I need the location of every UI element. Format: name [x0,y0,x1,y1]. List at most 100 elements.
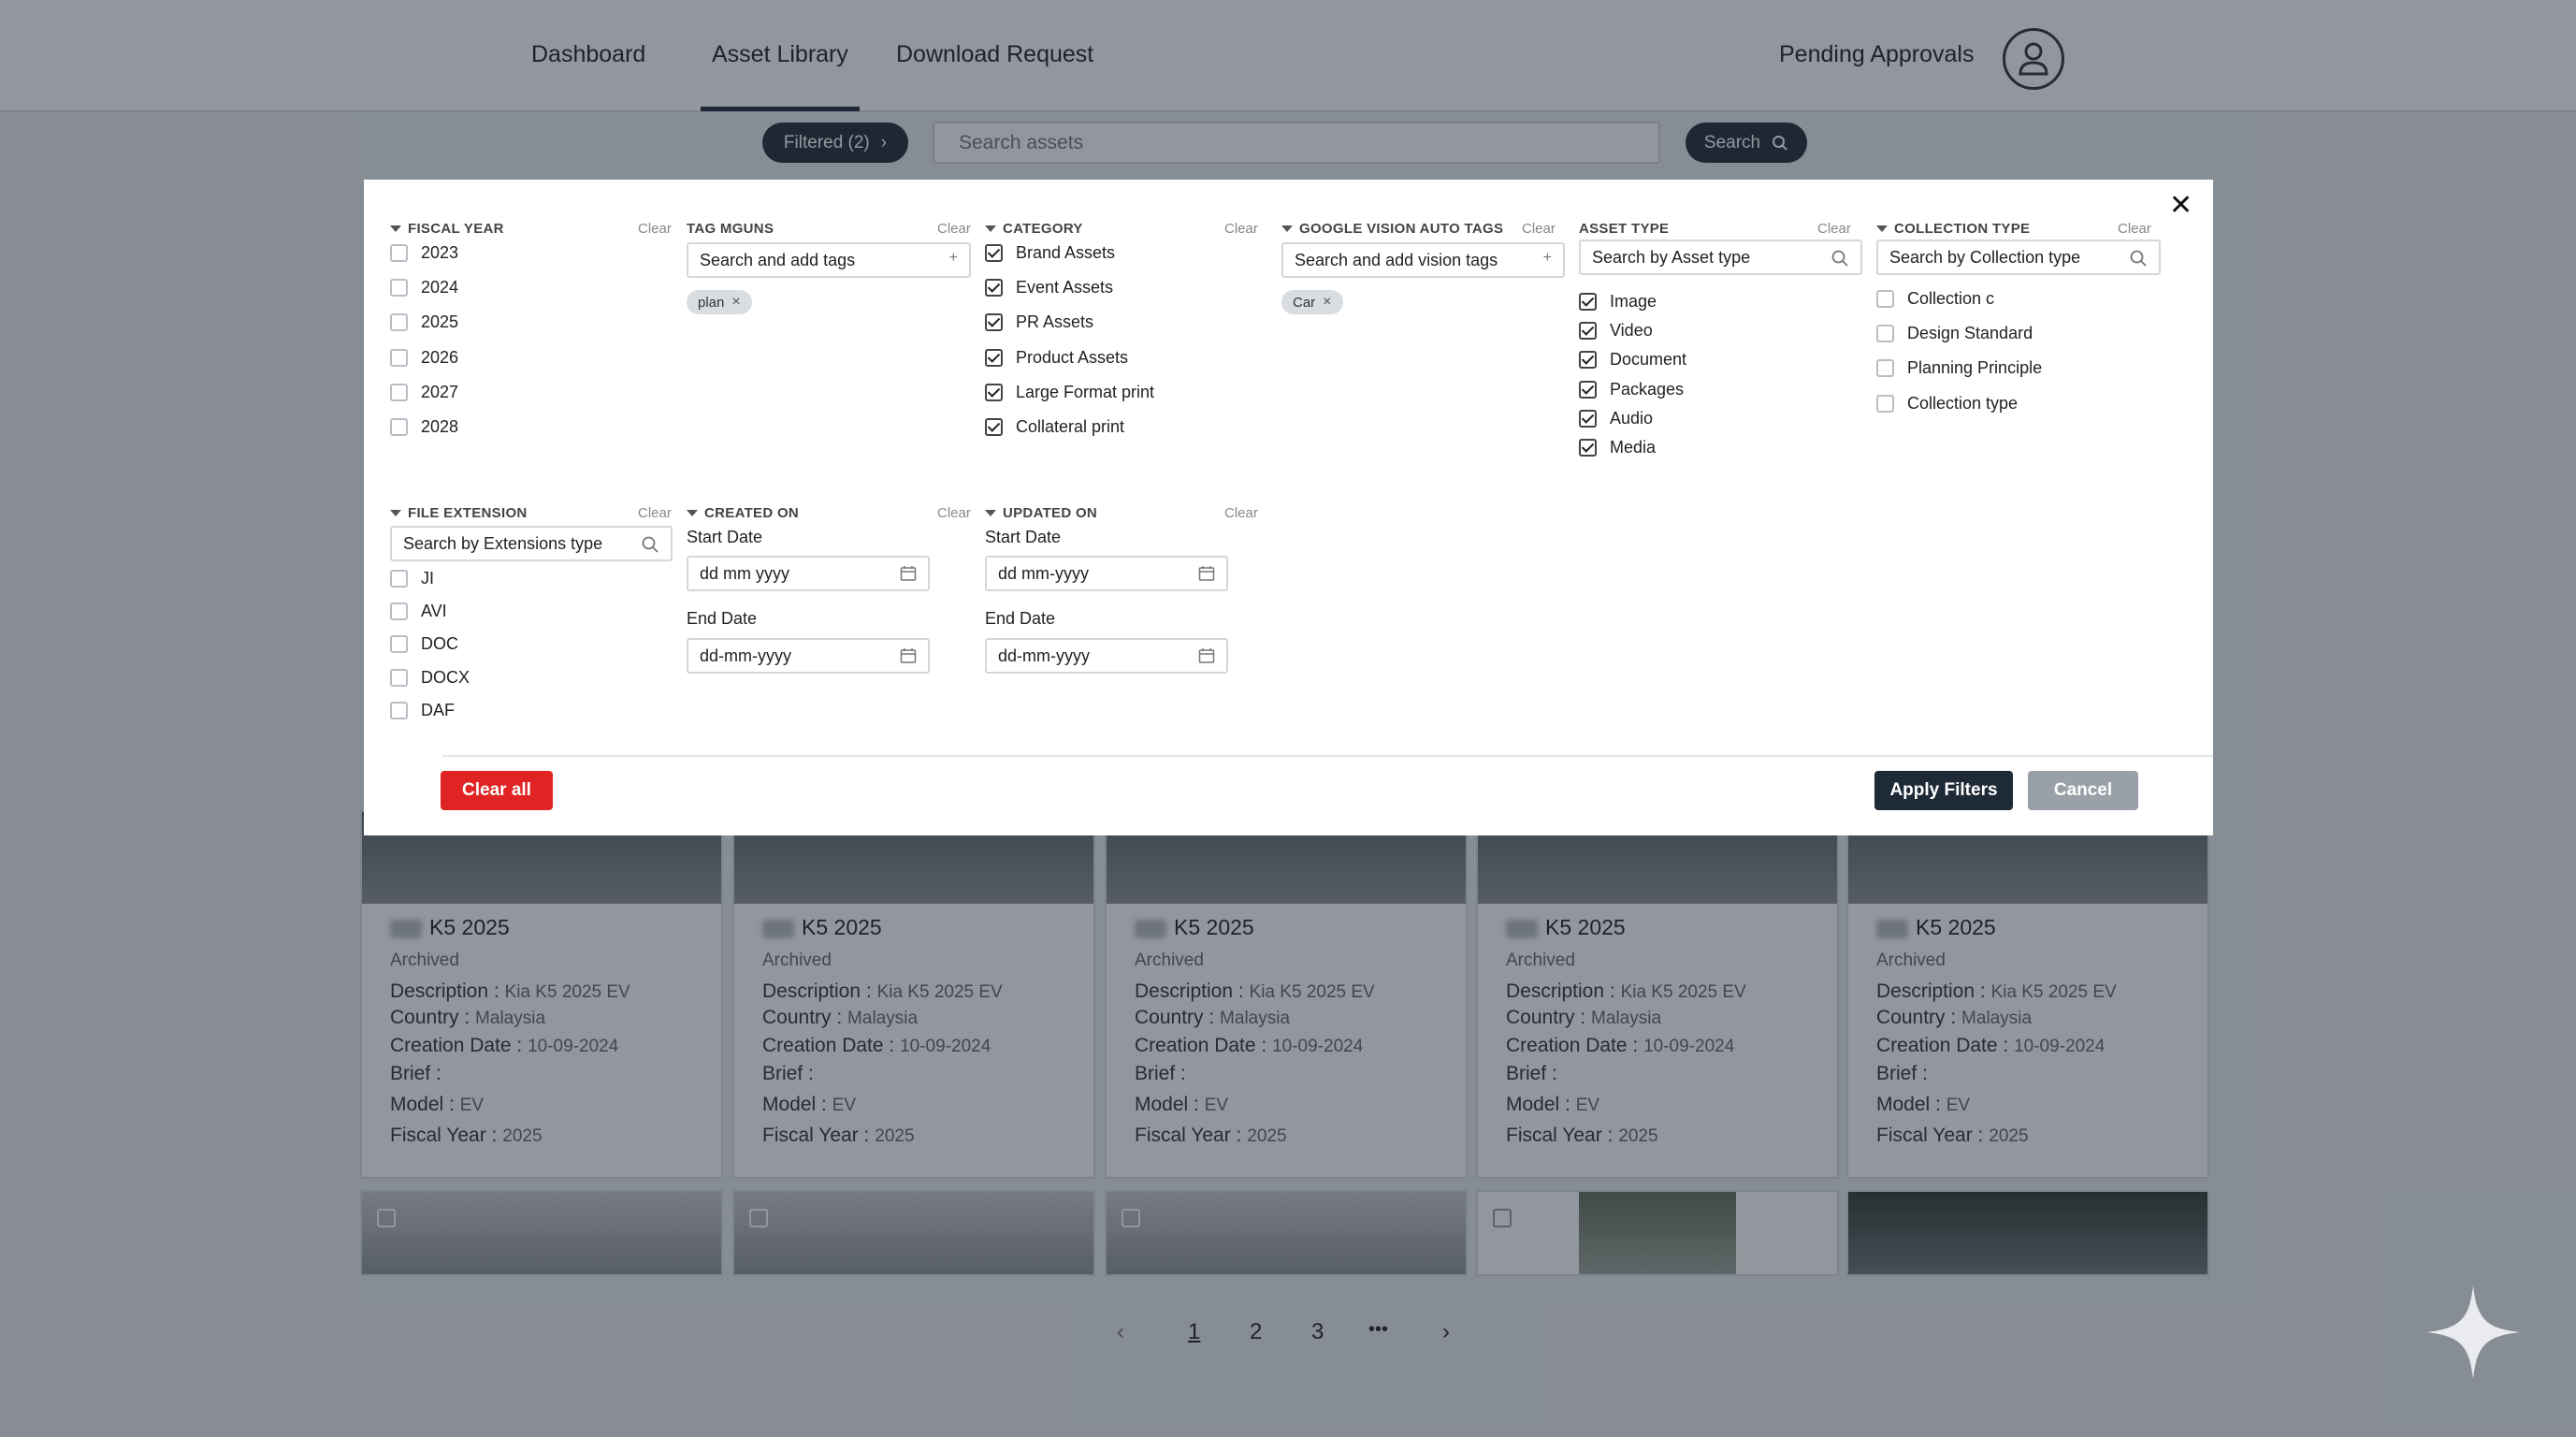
asset-type-option[interactable]: Video [1579,321,1653,341]
collection-type-option[interactable]: Design Standard [1876,324,2033,343]
fiscal-year-checkbox[interactable] [390,418,408,436]
asset-type-option[interactable]: Packages [1579,380,1684,399]
category-option[interactable]: Brand Assets [985,243,1115,263]
file-extension-clear[interactable]: Clear [638,505,672,521]
fiscal-year-option[interactable]: 2024 [390,278,458,298]
created-end-date-input[interactable]: dd-mm-yyyy [687,638,930,674]
add-icon[interactable]: + [949,250,958,267]
fiscal-year-option[interactable]: 2027 [390,383,458,402]
close-icon[interactable]: ✕ [2169,189,2192,222]
tag-chip-label: plan [698,294,725,311]
file-extension-option[interactable]: DOCX [390,668,470,688]
collection-type-option[interactable]: Planning Principle [1876,358,2042,378]
fiscal-year-header[interactable]: FISCAL YEAR [390,219,504,238]
category-clear[interactable]: Clear [1224,221,1258,237]
created-on-header[interactable]: CREATED ON [687,503,799,522]
file-extension-checkbox[interactable] [390,635,408,654]
asset-type-option-label: Video [1610,321,1653,341]
remove-chip-icon[interactable]: × [731,294,740,311]
category-option[interactable]: Collateral print [985,417,1124,437]
file-extension-checkbox[interactable] [390,701,408,719]
tag-mguns-header[interactable]: TAG MGUNS [687,219,774,238]
collection-type-clear[interactable]: Clear [2118,221,2151,237]
collection-type-header[interactable]: COLLECTION TYPE [1876,219,2030,238]
updated-on-title: UPDATED ON [1003,504,1098,521]
collection-type-checkbox[interactable] [1876,394,1894,413]
category-checkbox[interactable] [985,244,1003,262]
fiscal-year-checkbox[interactable] [390,279,408,298]
category-checkbox[interactable] [985,348,1003,367]
clear-all-button[interactable]: Clear all [441,771,553,810]
asset-type-option[interactable]: Document [1579,350,1686,370]
fiscal-year-option[interactable]: 2023 [390,243,458,263]
asset-type-checkbox[interactable] [1579,409,1597,428]
collection-type-checkbox[interactable] [1876,359,1894,378]
extension-search-input[interactable]: Search by Extensions type [390,526,673,561]
category-checkbox[interactable] [985,383,1003,401]
asset-type-option[interactable]: Audio [1579,409,1653,428]
file-extension-checkbox[interactable] [390,668,408,687]
asset-type-header[interactable]: ASSET TYPE [1579,219,1669,238]
file-extension-checkbox[interactable] [390,570,408,588]
category-option-label: Collateral print [1016,417,1125,436]
file-extension-option[interactable]: DAF [390,701,455,720]
fiscal-year-checkbox[interactable] [390,348,408,367]
asset-type-checkbox[interactable] [1579,380,1597,399]
add-icon[interactable]: + [1543,250,1552,267]
remove-chip-icon[interactable]: × [1323,294,1331,311]
sparkle-icon[interactable] [2426,1285,2520,1379]
asset-type-clear[interactable]: Clear [1817,221,1851,237]
collection-type-checkbox[interactable] [1876,290,1894,308]
file-extension-option[interactable]: DOC [390,634,458,654]
created-start-date-input[interactable]: dd mm yyyy [687,556,930,591]
calendar-icon[interactable] [900,647,917,664]
collection-type-checkbox[interactable] [1876,325,1894,343]
category-option[interactable]: PR Assets [985,312,1093,332]
fiscal-year-checkbox[interactable] [390,383,408,401]
asset-type-checkbox[interactable] [1579,293,1597,311]
category-checkbox[interactable] [985,313,1003,332]
category-checkbox[interactable] [985,418,1003,436]
category-option[interactable]: Large Format print [985,383,1154,402]
fiscal-year-option[interactable]: 2025 [390,312,458,332]
file-extension-option[interactable]: JI [390,569,434,588]
collection-type-search-input[interactable]: Search by Collection type [1876,240,2161,275]
fiscal-year-checkbox[interactable] [390,244,408,262]
footer-divider [442,755,2213,757]
caret-down-icon [985,225,996,232]
vision-tags-clear[interactable]: Clear [1522,221,1556,237]
updated-on-header[interactable]: UPDATED ON [985,503,1097,522]
file-extension-option[interactable]: AVI [390,602,447,621]
asset-type-option[interactable]: Media [1579,438,1656,457]
asset-type-checkbox[interactable] [1579,439,1597,457]
fiscal-year-option[interactable]: 2026 [390,348,458,368]
fiscal-year-clear[interactable]: Clear [638,221,672,237]
fiscal-year-option[interactable]: 2028 [390,417,458,437]
collection-type-option[interactable]: Collection c [1876,289,1994,309]
asset-type-checkbox[interactable] [1579,351,1597,370]
updated-end-date-input[interactable]: dd-mm-yyyy [985,638,1228,674]
updated-start-date-input[interactable]: dd mm-yyyy [985,556,1228,591]
calendar-icon[interactable] [1198,565,1215,582]
category-header[interactable]: CATEGORY [985,219,1083,238]
asset-type-checkbox[interactable] [1579,322,1597,341]
created-on-clear[interactable]: Clear [937,505,971,521]
category-option[interactable]: Event Assets [985,278,1113,298]
vision-tags-header[interactable]: GOOGLE VISION AUTO TAGS [1281,219,1503,238]
collection-type-option[interactable]: Collection type [1876,394,2018,414]
updated-on-clear[interactable]: Clear [1224,505,1258,521]
fiscal-year-checkbox[interactable] [390,313,408,332]
apply-filters-button[interactable]: Apply Filters [1874,771,2013,810]
calendar-icon[interactable] [900,565,917,582]
category-option[interactable]: Product Assets [985,348,1128,368]
calendar-icon[interactable] [1198,647,1215,664]
file-extension-header[interactable]: FILE EXTENSION [390,503,528,522]
vision-tag-search-input[interactable]: Search and add vision tags + [1281,242,1565,278]
cancel-button[interactable]: Cancel [2028,771,2138,810]
asset-type-option[interactable]: Image [1579,292,1657,312]
asset-type-search-input[interactable]: Search by Asset type [1579,240,1862,275]
tag-search-input[interactable]: Search and add tags + [687,242,971,278]
tag-mguns-clear[interactable]: Clear [937,221,971,237]
file-extension-checkbox[interactable] [390,602,408,621]
category-checkbox[interactable] [985,279,1003,298]
